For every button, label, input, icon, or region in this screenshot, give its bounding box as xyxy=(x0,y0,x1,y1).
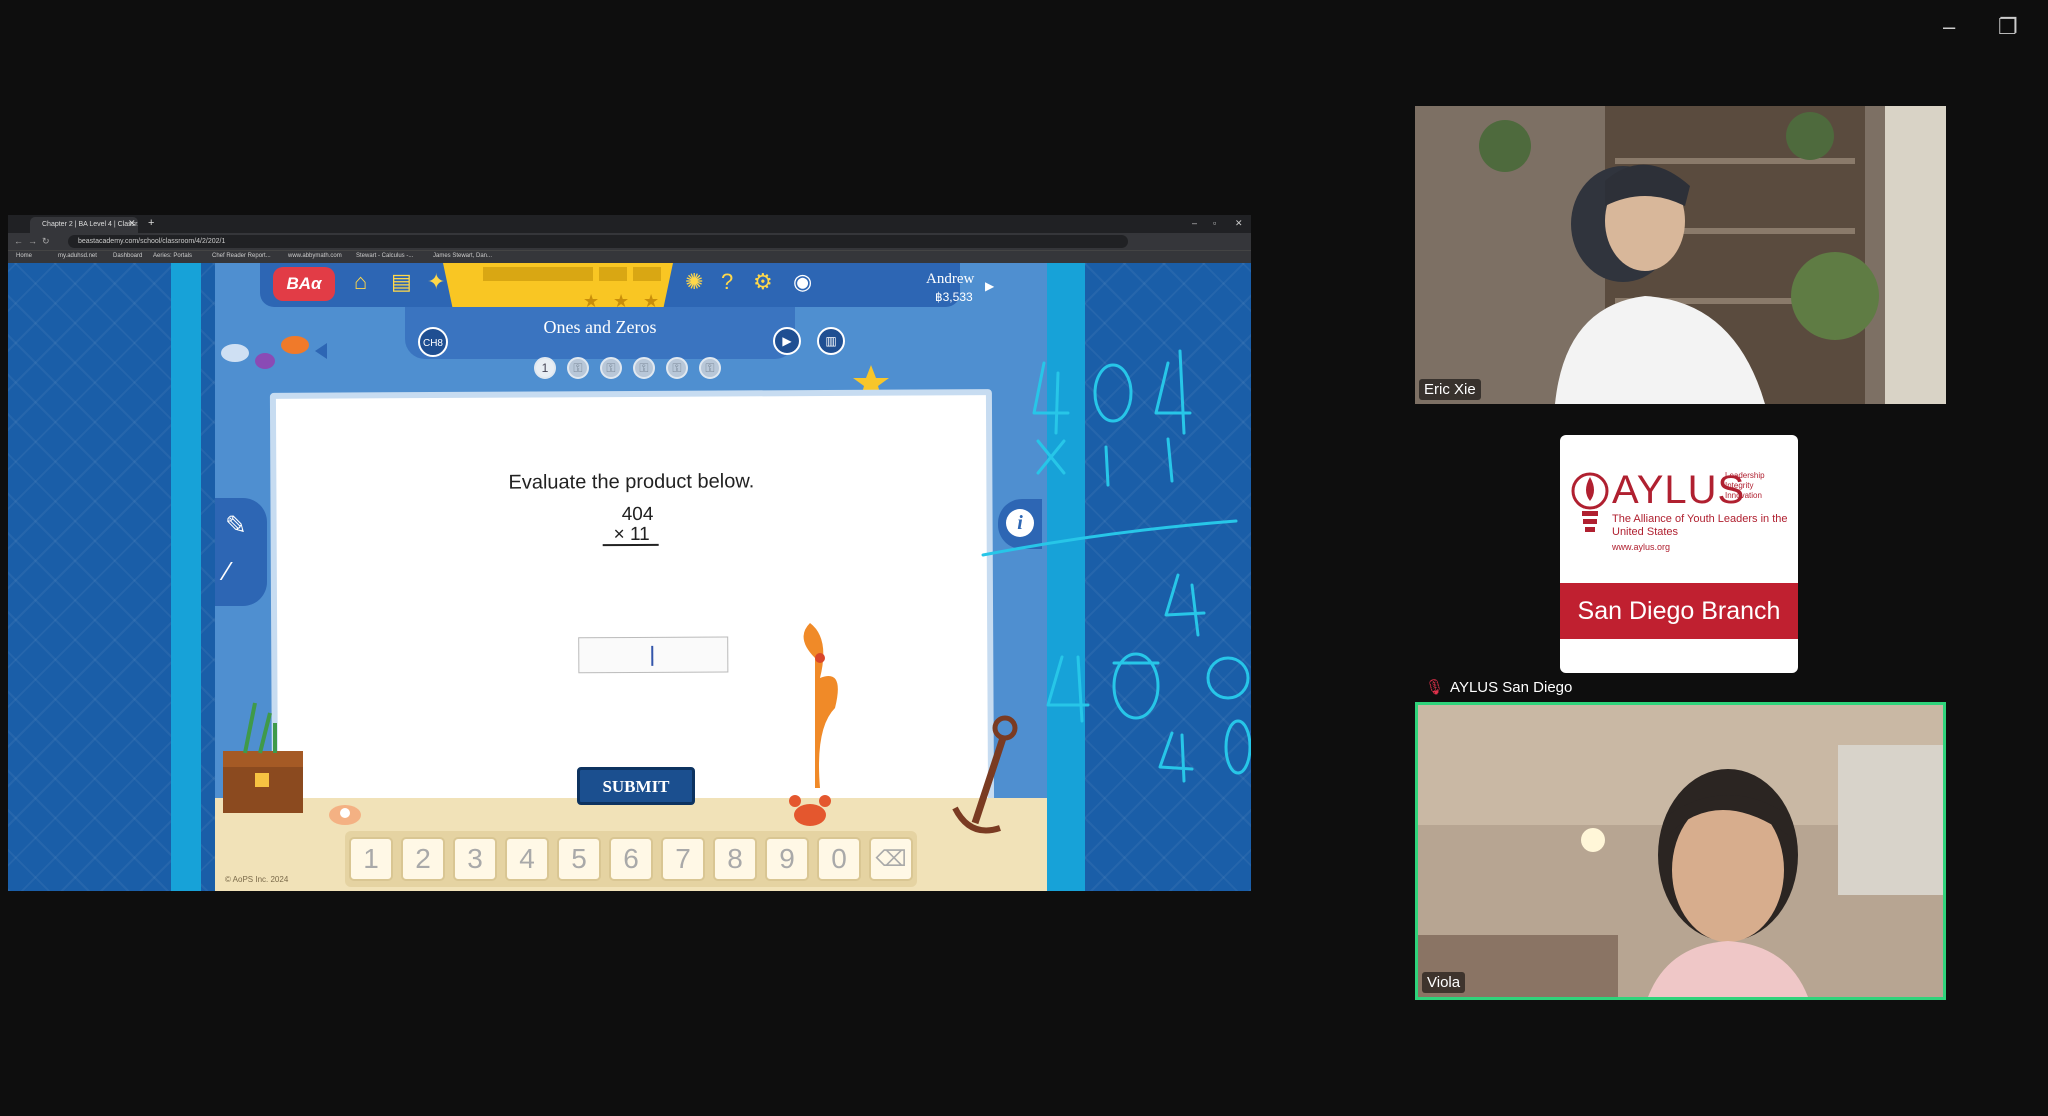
forward-icon[interactable]: → xyxy=(28,236,37,246)
browser-tabbar: Chapter 2 | BA Level 4 | Classr... ✕ + –… xyxy=(8,215,1251,233)
browser-minimize-icon[interactable]: – xyxy=(1192,218,1197,228)
bookmark-item[interactable]: Dashboard xyxy=(113,253,142,259)
minimize-button[interactable]: – xyxy=(1943,14,1955,40)
logo-values: Leadership Integrity Innovation xyxy=(1725,471,1765,500)
address-bar: ← → ↻ beastacademy.com/school/classroom/… xyxy=(8,233,1251,250)
bookmark-item[interactable]: my.aduhsd.net xyxy=(58,253,97,259)
logo-branch: San Diego Branch xyxy=(1560,583,1798,639)
url-field[interactable]: beastacademy.com/school/classroom/4/2/20… xyxy=(68,235,1128,248)
shared-screen: Chapter 2 | BA Level 4 | Classr... ✕ + –… xyxy=(8,215,1251,891)
lightbulb-icon xyxy=(1571,472,1609,532)
logo-subtitle: The Alliance of Youth Leaders in the Uni… xyxy=(1612,513,1788,538)
browser-restore-icon[interactable]: ▫ xyxy=(1213,218,1216,228)
bookmark-item[interactable]: Chef Reader Report... xyxy=(212,253,271,259)
bookmarks-bar: Home my.aduhsd.net Dashboard Aeries: Por… xyxy=(8,250,1251,264)
bookmark-item[interactable]: www.abbymath.com xyxy=(288,253,342,259)
video-frame xyxy=(1418,705,1943,997)
restore-button[interactable]: ❐ xyxy=(1998,14,2018,40)
logo-url: www.aylus.org xyxy=(1612,542,1671,552)
browser-close-icon[interactable]: ✕ xyxy=(1235,218,1243,229)
muted-mic-icon: 🎙︎ xyxy=(1425,679,1445,696)
game-page: BAα ⌂ ▤ ✦ ★ ★ ★ ✺ ? ⚙ ◉ Andrew ฿3,533 ▶ … xyxy=(8,263,1251,891)
new-tab-button[interactable]: + xyxy=(148,217,154,229)
participant-name: Viola xyxy=(1422,972,1466,993)
bookmark-item[interactable]: Stewart - Calculus -... xyxy=(356,253,413,259)
bookmark-item[interactable]: Home xyxy=(16,253,32,259)
bookmark-item[interactable]: Aeries: Portals xyxy=(153,253,192,259)
bookmark-item[interactable]: James Stewart, Dan... xyxy=(433,253,492,259)
reload-icon[interactable]: ↻ xyxy=(42,236,50,247)
annotation-ink xyxy=(981,349,1251,783)
aylus-logo: AYLUS Leadership Integrity Innovation Th… xyxy=(1560,435,1798,673)
back-icon[interactable]: ← xyxy=(14,236,23,246)
video-frame xyxy=(1415,106,1946,404)
tab-close-icon[interactable]: ✕ xyxy=(128,218,136,229)
participant-name-aylus: 🎙︎ AYLUS San Diego xyxy=(1425,679,1573,696)
participant-name: Eric Xie xyxy=(1419,379,1481,400)
participant-video-viola[interactable]: Viola xyxy=(1415,702,1946,1000)
participant-video-eric[interactable]: Eric Xie xyxy=(1415,106,1946,404)
browser-tab[interactable]: Chapter 2 | BA Level 4 | Classr... xyxy=(30,217,138,233)
